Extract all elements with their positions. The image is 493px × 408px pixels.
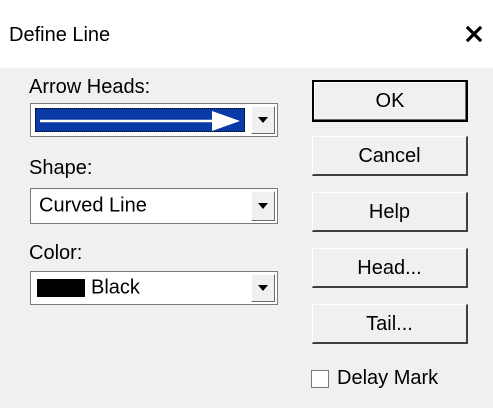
title-bar: Define Line	[0, 0, 493, 68]
arrow-heads-label: Arrow Heads:	[29, 76, 151, 98]
arrow-right-icon	[40, 111, 240, 131]
shape-dropdown-button[interactable]	[251, 191, 275, 221]
ok-button[interactable]: OK	[312, 80, 468, 122]
chevron-down-icon	[258, 117, 268, 123]
shape-selected-value: Curved Line	[39, 194, 147, 217]
close-icon	[465, 25, 483, 43]
shape-label: Shape:	[29, 157, 93, 179]
delay-mark-label[interactable]: Delay Mark	[337, 367, 438, 390]
color-label: Color:	[29, 242, 83, 264]
shape-select[interactable]: Curved Line	[30, 188, 278, 224]
arrow-heads-select[interactable]	[30, 103, 278, 137]
dialog-title: Define Line	[9, 24, 111, 46]
chevron-down-icon	[258, 285, 268, 291]
color-dropdown-button[interactable]	[251, 274, 275, 302]
color-select[interactable]: Black	[30, 271, 278, 305]
color-selected-value: Black	[91, 276, 140, 299]
arrow-heads-dropdown-button[interactable]	[251, 106, 275, 134]
head-button[interactable]: Head...	[312, 248, 468, 288]
help-button[interactable]: Help	[312, 192, 468, 232]
color-swatch	[37, 279, 85, 297]
close-button[interactable]	[460, 20, 488, 48]
chevron-down-icon	[258, 203, 268, 209]
cancel-button[interactable]: Cancel	[312, 136, 468, 176]
define-line-dialog: Define Line Arrow Heads: Shape: Curved L…	[0, 0, 493, 408]
tail-button[interactable]: Tail...	[312, 304, 468, 344]
arrow-heads-selected-value	[35, 108, 245, 132]
delay-mark-checkbox[interactable]	[311, 370, 329, 388]
